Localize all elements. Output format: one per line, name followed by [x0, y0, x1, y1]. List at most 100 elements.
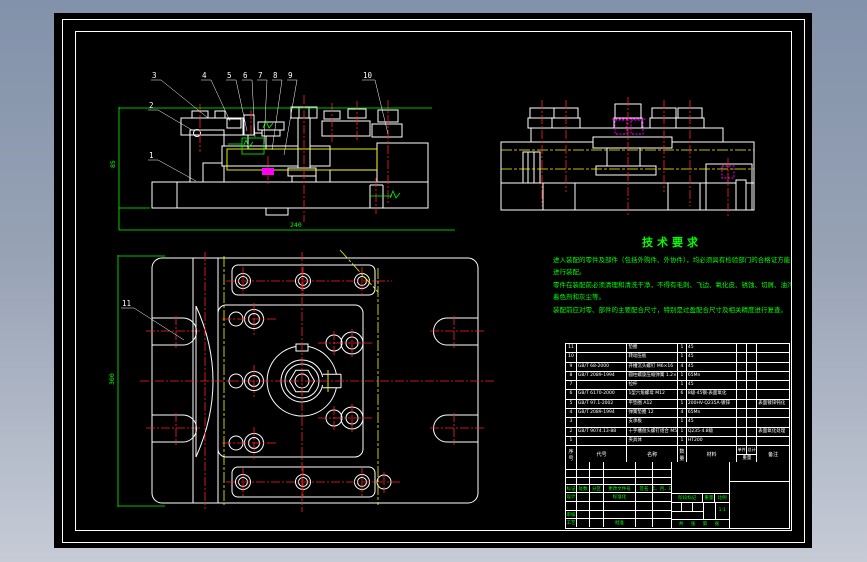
bom-header-unit-weight: 单件 — [737, 446, 747, 454]
bom-cell-total — [747, 399, 758, 410]
bom-cell-qty: 1 — [677, 399, 687, 410]
label-review: 审核 — [566, 511, 577, 519]
bom-cell-qty: 4 — [677, 409, 687, 419]
tech-req-line: 进入装配的零件及部件（包括外购件、外协件），均必须具有检验部门的合格证方能 — [553, 256, 791, 264]
drawing-sheet[interactable]: 85 240 300 1 2 3 4 5 6 7 8 9 10 11 技术要求 … — [54, 13, 812, 548]
bom-cell-qty: 4 — [677, 362, 687, 372]
bom-cell-note — [757, 381, 789, 391]
scale-value: 1:1 — [718, 508, 726, 514]
bom-cell-qty: 1 — [677, 371, 687, 382]
bom-cell-code: GB/T 97.1-2002 — [576, 399, 628, 410]
bom-cell-name: 平垫圈 A12 — [627, 399, 678, 410]
callout-8: 8 — [273, 71, 278, 80]
bom-cell-unit — [737, 344, 748, 354]
bom-row: 5 GB/T 97.1-2002 平垫圈 A12 1 200HV·Q235A·镀锌 表面镀… — [566, 399, 789, 410]
bom-cell-unit — [737, 409, 748, 419]
bom-cell-unit — [737, 362, 748, 372]
bom-cell-material: 8级·45钢·表面氧化 — [686, 390, 738, 400]
bom-cell-qty: 1 — [677, 353, 687, 363]
side-view — [500, 97, 755, 216]
bom-cell-no: 1 — [566, 436, 577, 447]
bom-cell-total — [747, 371, 758, 382]
bom-cell-total — [747, 390, 758, 400]
bom-header-material: 材料 — [687, 446, 738, 464]
tech-req-line: 进行装配。 — [553, 268, 586, 277]
bom-cell-qty: 1 — [677, 344, 687, 354]
label-count: 处数 — [577, 485, 590, 493]
cad-application-viewport: 85 240 300 1 2 3 4 5 6 7 8 9 10 11 技术要求 … — [0, 0, 867, 562]
clamp-screws — [318, 329, 372, 432]
bom-row: 6 GB/T 6170-2000 1型六角螺母 M12 6 8级·45钢·表面氧化 — [566, 390, 789, 400]
bom-cell-no: 9 — [566, 362, 577, 372]
label-signature: 签名 — [636, 485, 653, 493]
bom-cell-total — [747, 436, 758, 447]
bom-cell-material: HT200 — [686, 436, 738, 447]
bom-cell-note — [757, 363, 789, 372]
label-change-doc: 更改文件号 — [604, 485, 636, 493]
tech-req-title: 技术要求 — [642, 236, 702, 249]
callout-9: 9 — [288, 71, 293, 80]
stage-mark-cells — [672, 502, 704, 520]
bom-cell-no: 8 — [566, 371, 577, 382]
dim-front-height: 85 — [109, 160, 117, 168]
bom-cell-name: 圆柱螺旋压缩弹簧 1.2×8×40 — [627, 371, 678, 382]
bom-cell-total — [747, 344, 758, 354]
bom-cell-code: GB/T 68-2000 — [576, 362, 628, 372]
bom-cell-material: Q235·4.8级 — [686, 427, 738, 437]
title-block-drawing-number-area — [730, 462, 789, 528]
title-block-revision-area: 标记 处数 分区 更改文件号 签名 年、月、日 设计 标准化 审核 — [566, 462, 672, 529]
bom-row: 4 GB/T 2089-1994 弹簧垫圈 12 4 65Mn — [566, 409, 789, 419]
bom-cell-material: 65Mn — [686, 371, 738, 382]
title-block: 标记 处数 分区 更改文件号 签名 年、月、日 设计 标准化 审核 — [565, 462, 790, 530]
bom-cell-code: GB/T 6170-2000 — [576, 390, 628, 400]
clamping-slots — [146, 316, 484, 445]
bom-cell-unit — [737, 399, 748, 410]
bom-row: 3 支承板 1 45 — [566, 418, 789, 428]
sheet-count-label: 共 张 第 张 — [678, 522, 723, 528]
bom-cell-qty: 1 — [677, 381, 687, 391]
partial-section-lens — [195, 305, 214, 458]
bom-cell-material: 45 — [686, 353, 738, 363]
bom-cell-name: 垫圈 — [627, 344, 678, 354]
label-zone: 分区 — [590, 485, 604, 493]
bom-table: 11 垫圈 1 45 10 转动压板 1 45 9 GB/T 68-2000 开槽沉头螺钉 M6×1… — [565, 343, 790, 465]
bom-cell-no: 3 — [566, 418, 577, 428]
tech-req-line: 装配前应对零、部件的主要配合尺寸，特别是过盈配合尺寸及相关精度进行复查。 — [553, 305, 787, 314]
bom-cell-code — [576, 381, 628, 391]
bom-header-weight-group: 单件 总计 重量 — [737, 446, 758, 464]
c-washer-assembly — [266, 343, 342, 417]
bottom-bar-holes — [226, 468, 400, 497]
bom-cell-name: 1型六角螺母 M12 — [627, 390, 678, 400]
callout-3: 3 — [152, 71, 157, 80]
bom-cell-material: 45 — [686, 344, 738, 354]
bom-row: 9 GB/T 68-2000 开槽沉头螺钉 M6×16 4 45 — [566, 362, 789, 372]
bom-cell-material: 200HV·Q235A·镀锌 — [686, 399, 738, 410]
bom-cell-unit — [737, 418, 748, 428]
plan-view: 300 — [108, 249, 495, 512]
bom-cell-name: 拉杆 — [627, 381, 678, 391]
bom-row: 11 垫圈 1 45 — [566, 344, 789, 354]
bom-cell-unit — [737, 427, 748, 437]
bom-cell-material: 45 — [686, 418, 738, 428]
bom-cell-note — [757, 353, 789, 363]
bom-cell-code: GB/T 2089-1994 — [576, 409, 628, 419]
callout-2: 2 — [149, 101, 154, 110]
bom-cell-no: 10 — [566, 353, 577, 363]
front-section-view: 85 240 — [109, 95, 455, 231]
bom-header-no: 序号 — [566, 446, 577, 464]
bom-cell-code — [576, 418, 628, 428]
technical-requirements: 技术要求 进入装配的零件及部件（包括外购件、外协件），均必须具有检验部门的合格证… — [553, 234, 791, 316]
bom-row: 1 夹具体 1 HT200 — [566, 436, 789, 447]
bom-header-qty: 数量 — [678, 446, 687, 464]
bom-cell-note — [757, 437, 789, 447]
bom-cell-note — [757, 409, 789, 419]
bom-cell-total — [747, 353, 758, 363]
bom-row: 8GB/T 2089-1994圆柱螺旋压缩弹簧 1.2×8×40165Mn — [566, 371, 789, 382]
bom-header: 序号 代号 名称 数量 材料 单件 总计 重量 备注 — [566, 446, 789, 464]
bom-cell-qty: 1 — [677, 436, 687, 447]
bom-row: 10 转动压板 1 45 — [566, 353, 789, 363]
bom-cell-material: 45 — [686, 381, 738, 391]
bom-cell-name: 开槽沉头螺钉 M6×16 — [627, 362, 678, 372]
bom-cell-total — [747, 409, 758, 419]
bom-cell-note — [757, 418, 789, 428]
